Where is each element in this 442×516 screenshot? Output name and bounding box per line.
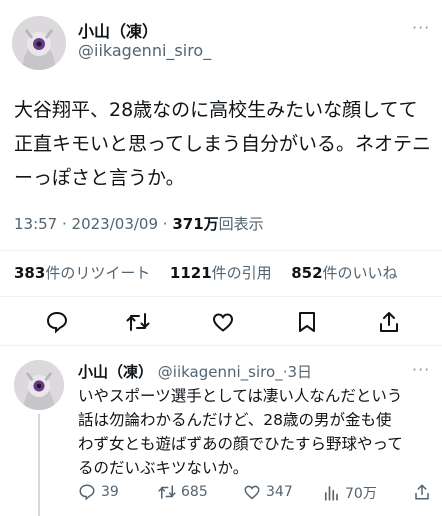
share-icon — [415, 484, 429, 500]
reply-avatar[interactable] — [14, 360, 64, 410]
reply-text-line: るのだいぶキツないか。 — [78, 459, 249, 477]
author-handle[interactable]: @iikagenni_siro_ — [78, 41, 211, 60]
view-label: 回表示 — [218, 215, 264, 233]
divider — [0, 345, 442, 346]
reply-retweets[interactable]: 685 — [158, 483, 208, 501]
reply-author-handle[interactable]: @iikagenni_siro_ — [158, 363, 283, 381]
tweet-text-line: 大谷翔平、28歳なのに高校生みたいな顔してて — [14, 99, 418, 121]
bookmark-icon[interactable] — [295, 310, 319, 334]
retweet-count: 685 — [181, 484, 208, 500]
divider — [0, 296, 442, 297]
reply-text-line: 話は勿論わかるんだけど、28歳の男が金も使 — [78, 411, 392, 429]
reply-views[interactable]: 70万 — [322, 483, 377, 503]
reply-likes[interactable]: 347 — [243, 483, 293, 501]
like-count: 347 — [266, 484, 293, 500]
like-stat[interactable]: 852件のいいね — [291, 264, 397, 282]
reply-share[interactable] — [413, 483, 431, 501]
like-icon[interactable] — [211, 310, 235, 334]
retweet-stat[interactable]: 383件のリツイート — [14, 264, 150, 282]
thread-line — [38, 414, 40, 516]
reply-text: いやスポーツ選手としては凄い人なんだという 話は勿論わかるんだけど、28歳の男が… — [78, 384, 438, 480]
view-count: 371万 — [172, 215, 219, 233]
retweet-icon[interactable] — [126, 310, 150, 334]
reply-icon — [79, 484, 95, 501]
avatar[interactable] — [12, 16, 66, 70]
tweet-text-line: 正直キモいと思ってしまう自分がいる。ネオテニ — [14, 133, 432, 155]
like-icon — [244, 485, 260, 500]
reply-text-line: わず女とも遊ばずあの顔でひたすら野球やって — [78, 435, 403, 453]
reply-age[interactable]: ·3日 — [283, 363, 312, 381]
reply-replies[interactable]: 39 — [78, 483, 119, 501]
engagement-stats: 383件のリツイート 1121件の引用 852件のいいね — [14, 262, 398, 283]
reply-header: 小山（凍） @iikagenni_siro_·3日 — [78, 361, 312, 382]
reply-count: 39 — [101, 484, 119, 500]
tweet-text-line: ーっぽさと言うか。 — [14, 167, 185, 189]
views-count: 70万 — [345, 486, 377, 502]
author-name[interactable]: 小山（凍） — [78, 18, 158, 42]
reply-author-name[interactable]: 小山（凍） — [78, 363, 153, 381]
quote-stat[interactable]: 1121件の引用 — [170, 264, 272, 282]
reply-more-options-icon[interactable]: ··· — [412, 360, 430, 379]
reply-text-line: いやスポーツ選手としては凄い人なんだという — [78, 387, 403, 405]
tweet-meta: 13:57 · 2023/03/09 · 371万回表示 — [14, 215, 264, 233]
more-options-icon[interactable]: ··· — [412, 18, 430, 37]
tweet-date[interactable]: 2023/03/09 — [72, 215, 158, 233]
retweet-icon — [158, 485, 176, 499]
tweet-text: 大谷翔平、28歳なのに高校生みたいな顔してて 正直キモいと思ってしまう自分がいる… — [14, 93, 434, 195]
reply-icon[interactable] — [45, 310, 69, 334]
share-icon[interactable] — [377, 310, 401, 334]
tweet-time[interactable]: 13:57 — [14, 215, 57, 233]
views-icon — [324, 486, 338, 501]
divider — [0, 250, 442, 251]
